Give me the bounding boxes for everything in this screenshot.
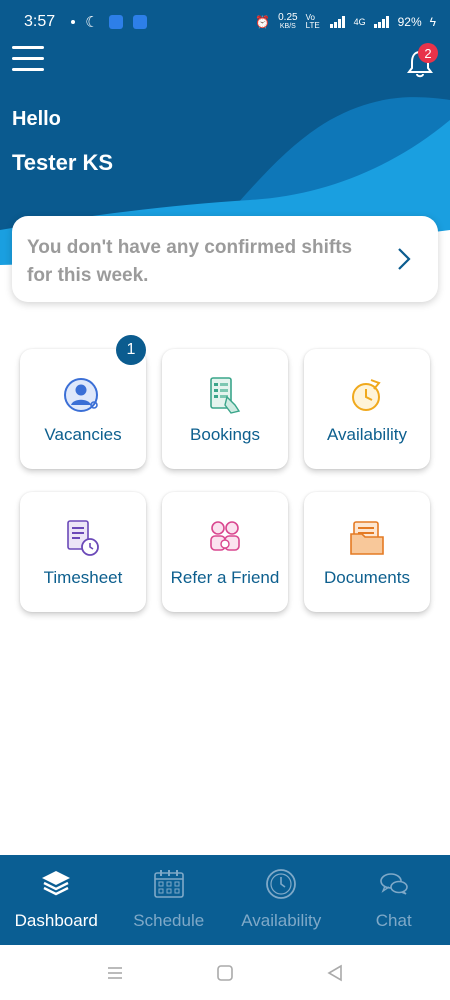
nav-chat[interactable]: Chat <box>338 855 450 945</box>
charging-icon: ϟ <box>429 15 436 29</box>
signal-icon <box>329 16 345 28</box>
back-icon[interactable] <box>326 964 344 982</box>
shifts-message: You don't have any confirmed shifts for … <box>27 237 353 286</box>
hamburger-menu-icon[interactable] <box>12 46 44 76</box>
android-icon <box>108 15 123 29</box>
nav-label: Schedule <box>133 911 205 930</box>
battery-level: 92% <box>397 15 422 29</box>
network-speed: 0.25 KB/S <box>278 12 298 31</box>
tile-label: Availability <box>326 425 407 444</box>
status-time: 3:57 <box>24 13 56 30</box>
nav-label: Dashboard <box>14 911 98 930</box>
nav-availability[interactable]: Availability <box>225 855 338 945</box>
timesheet-clock-icon <box>67 520 99 556</box>
alarm-icon: ⏰ <box>255 15 271 29</box>
person-search-icon <box>64 378 98 412</box>
shifts-card[interactable]: You don't have any confirmed shifts for … <box>12 216 438 302</box>
folder-documents-icon <box>350 521 384 555</box>
system-navigation-bar <box>0 945 450 1000</box>
nav-dashboard[interactable]: Dashboard <box>0 855 113 945</box>
nav-label: Availability <box>241 911 322 930</box>
user-name: Tester KS <box>12 150 114 175</box>
tile-availability[interactable]: Availability <box>304 349 430 469</box>
greeting-text: Hello <box>12 108 61 130</box>
notification-badge: 2 <box>418 43 438 63</box>
clock-icon <box>266 869 297 899</box>
checklist-tap-icon <box>210 377 241 414</box>
vacancies-badge: 1 <box>116 335 146 365</box>
chat-bubbles-icon <box>379 873 408 895</box>
people-icon <box>210 521 240 551</box>
tile-label: Timesheet <box>43 568 123 587</box>
moon-icon: ☾ <box>85 14 99 31</box>
status-bar: 3:57 ☾ ⏰ 0.25 KB/S Vo LTE 4G 92% ϟ <box>0 0 450 44</box>
bottom-navigation: Dashboard Schedule Availability Chat <box>0 855 450 945</box>
tile-bookings[interactable]: Bookings <box>162 349 288 469</box>
signal-icon-2 <box>373 16 389 28</box>
nav-schedule[interactable]: Schedule <box>113 855 226 945</box>
calendar-icon <box>153 870 184 898</box>
usb-icon <box>132 15 147 29</box>
tile-label: Bookings <box>190 425 260 444</box>
tile-refer-a-friend[interactable]: Refer a Friend <box>162 492 288 612</box>
volte-indicator: Vo LTE <box>305 13 320 30</box>
tile-vacancies[interactable]: Vacancies <box>20 349 146 469</box>
home-icon[interactable] <box>216 964 234 982</box>
tile-label: Refer a Friend <box>170 568 280 587</box>
recent-apps-icon[interactable] <box>106 966 124 980</box>
tile-documents[interactable]: Documents <box>304 492 430 612</box>
chevron-right-icon <box>398 248 411 270</box>
tile-label: Vacancies <box>44 425 122 444</box>
network-type: 4G <box>353 17 366 27</box>
tile-label: Documents <box>324 568 410 587</box>
layers-icon <box>42 871 71 896</box>
clock-refresh-icon <box>352 379 381 411</box>
tile-timesheet[interactable]: Timesheet <box>20 492 146 612</box>
status-dot-icon <box>71 20 76 24</box>
nav-label: Chat <box>375 911 412 930</box>
